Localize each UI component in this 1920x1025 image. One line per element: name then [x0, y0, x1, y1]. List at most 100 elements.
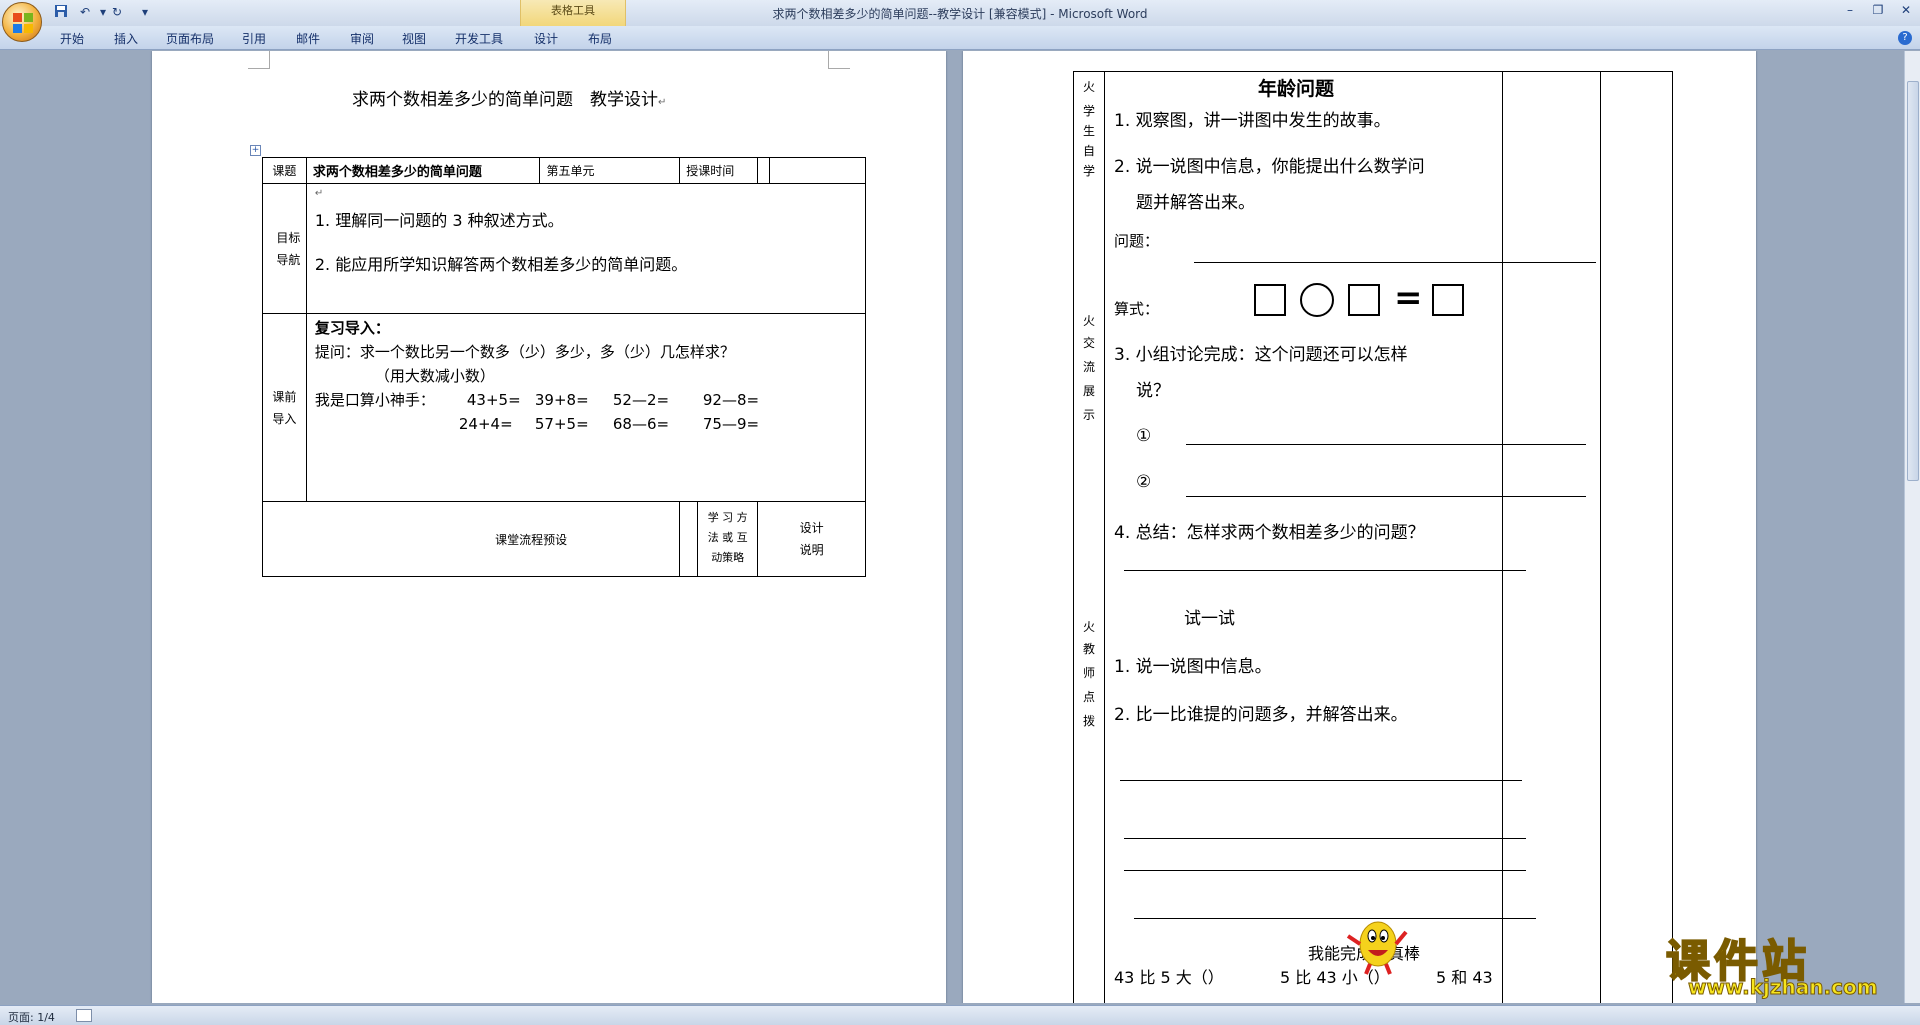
window-controls: – ❐ ✕	[1836, 0, 1920, 22]
tab-review[interactable]: 审阅	[350, 30, 374, 47]
flow-row: 课堂流程预设 学 习 方 法 或 互 动策略 设计 说明	[261, 501, 866, 577]
option-2-marker: ②	[1136, 472, 1152, 492]
side-label: 火	[1082, 80, 1095, 94]
blank-box[interactable]	[1432, 284, 1464, 316]
question-3: 3. 小组讨论完成：这个问题还可以怎样	[1114, 345, 1408, 365]
side-label: 示	[1082, 408, 1095, 422]
answer-line	[1120, 780, 1522, 781]
flow-label: 课堂流程预设	[261, 501, 681, 577]
side-label: 师	[1082, 666, 1095, 680]
side-label: 展	[1082, 384, 1095, 398]
tab-insert[interactable]: 插入	[114, 30, 138, 47]
question-4: 4. 总结：怎样求两个数相差多少的问题？	[1114, 523, 1425, 543]
scroll-thumb[interactable]	[1907, 81, 1919, 481]
office-button[interactable]	[2, 2, 42, 42]
lesson-table: 课题 求两个数相差多少的简单问题 第五单元 授课时间 目标 导航 ↵ 1. 理解同…	[261, 157, 867, 577]
page-1: 求两个数相差多少的简单问题 教学设计↵ + 课题 求两个数相差多少的简单问题 第…	[152, 51, 946, 1003]
tab-developer[interactable]: 开发工具	[455, 30, 503, 47]
question-3-cont: 说？	[1136, 381, 1170, 401]
side-label: 学	[1082, 104, 1095, 118]
table-move-handle-icon[interactable]: +	[250, 145, 261, 156]
side-label: 学	[1082, 164, 1095, 178]
side-label: 交	[1082, 336, 1095, 350]
goals-row: 目标 导航 ↵ 1. 理解同一问题的 3 种叙述方式。 2. 能应用所学知识解答两…	[262, 183, 867, 314]
column-divider	[1600, 72, 1601, 1003]
tab-view[interactable]: 视图	[402, 30, 426, 47]
side-label: 火	[1082, 314, 1095, 328]
goal-item: 2. 能应用所学知识解答两个数相差多少的简单问题。	[314, 255, 688, 274]
try-item-2: 2. 比一比谁提的问题多，并解答出来。	[1114, 705, 1408, 725]
side-label: 火	[1082, 620, 1095, 634]
office-logo-icon	[13, 13, 33, 33]
intro-row: 课前 导入 复习导入： 提问：求一个数比另一个数多（少）多少，多（少）几怎样求？ …	[262, 313, 867, 502]
blank-box[interactable]	[1348, 284, 1380, 316]
vertical-scrollbar[interactable]	[1904, 51, 1920, 1003]
goals-content[interactable]: ↵ 1. 理解同一问题的 3 种叙述方式。 2. 能应用所学知识解答两个数相差多…	[305, 183, 867, 314]
side-label: 点	[1082, 690, 1095, 704]
minimize-icon[interactable]: –	[1836, 0, 1864, 20]
column-divider	[1104, 72, 1105, 1003]
tab-table-layout[interactable]: 布局	[588, 30, 612, 47]
intro-question: 提问：求一个数比另一个数多（少）多少，多（少）几怎样求？	[314, 343, 735, 361]
drill-row-2: 24+4= 57+5= 68—6= 75—9=	[458, 415, 760, 433]
close-icon[interactable]: ✕	[1892, 0, 1920, 20]
try-item-1: 1. 说一说图中信息。	[1114, 657, 1272, 677]
blank-box[interactable]	[1254, 284, 1286, 316]
intro-label: 课前 导入	[262, 313, 307, 502]
document-title: 求两个数相差多少的简单问题 教学设计↵	[352, 90, 667, 110]
page-2: 火 学 生 自 学 火 交 流 展 示 火 教 师 点 拨 年龄问题 1. 观察…	[963, 51, 1756, 1003]
worksheet-table: 火 学 生 自 学 火 交 流 展 示 火 教 师 点 拨 年龄问题 1. 观察…	[1073, 71, 1673, 1003]
problem-label: 问题：	[1114, 232, 1160, 250]
answer-line	[1134, 918, 1536, 919]
answer-line	[1124, 570, 1526, 571]
question-2: 2. 说一说图中信息，你能提出什么数学问	[1114, 157, 1425, 177]
question-2-cont: 题并解答出来。	[1136, 193, 1255, 213]
proofing-icon[interactable]	[76, 1009, 92, 1022]
status-bar: 页面: 1/4	[0, 1005, 1920, 1025]
goal-item: 1. 理解同一问题的 3 种叙述方式。	[314, 211, 564, 230]
design-cell: 设计 说明	[757, 501, 866, 577]
crop-mark	[248, 51, 270, 69]
intro-content[interactable]: 复习导入： 提问：求一个数比另一个数多（少）多少，多（少）几怎样求？ （用大数减…	[305, 313, 867, 502]
answer-line	[1186, 496, 1586, 497]
topic-value[interactable]: 求两个数相差多少的简单问题	[305, 157, 541, 184]
mascot-icon	[1346, 921, 1408, 975]
tab-references[interactable]: 引用	[242, 30, 266, 47]
compare-c: 5 和 43	[1436, 968, 1493, 987]
site-watermark: 课件站 www.kjzhan.com	[1665, 925, 1916, 1005]
window-title: 求两个数相差多少的简单问题--教学设计 [兼容模式] - Microsoft W…	[772, 7, 1148, 21]
time-label: 授课时间	[679, 157, 759, 184]
answer-line	[1124, 838, 1526, 839]
equals-icon: =	[1394, 278, 1423, 318]
time-value[interactable]	[769, 157, 866, 184]
compare-a: 43 比 5 大（）	[1114, 968, 1224, 987]
maximize-icon[interactable]: ❐	[1864, 0, 1892, 20]
method-cell: 学 习 方 法 或 互 动策略	[697, 502, 757, 576]
question-1: 1. 观察图，讲一讲图中发生的故事。	[1114, 111, 1391, 131]
document-area: 求两个数相差多少的简单问题 教学设计↵ + 课题 求两个数相差多少的简单问题 第…	[0, 51, 1904, 1003]
page-counter[interactable]: 页面: 1/4	[8, 1009, 55, 1025]
tab-home[interactable]: 开始	[60, 30, 84, 47]
column-divider	[1502, 72, 1503, 1003]
topic-label: 课题	[262, 157, 307, 184]
try-heading: 试一试	[1184, 609, 1235, 629]
formula-label: 算式：	[1114, 300, 1160, 318]
flow-spacer: 学 习 方 法 或 互 动策略	[679, 501, 759, 577]
unit-cell[interactable]: 第五单元	[539, 157, 681, 184]
tab-table-design[interactable]: 设计	[534, 30, 558, 47]
tab-mailings[interactable]: 邮件	[296, 30, 320, 47]
goals-label: 目标 导航	[262, 183, 307, 314]
answer-line	[1194, 262, 1596, 263]
crop-mark	[828, 51, 850, 69]
ribbon-tabs: 开始 插入 页面布局 引用 邮件 审阅 视图 开发工具 设计 布局 ?	[0, 26, 1920, 50]
operator-circle[interactable]	[1300, 283, 1334, 317]
worksheet-heading: 年龄问题	[1258, 78, 1335, 100]
side-label: 生	[1082, 124, 1095, 138]
intro-hint: （用大数减小数）	[374, 367, 495, 385]
tab-page-layout[interactable]: 页面布局	[166, 30, 214, 47]
side-label: 教	[1082, 642, 1095, 656]
help-icon[interactable]: ?	[1898, 31, 1912, 45]
side-label: 自	[1082, 144, 1095, 158]
side-label: 流	[1082, 360, 1095, 374]
word-window: ↶ ▾ ↻ ▾ 表格工具 求两个数相差多少的简单问题--教学设计 [兼容模式] …	[0, 0, 1920, 1025]
